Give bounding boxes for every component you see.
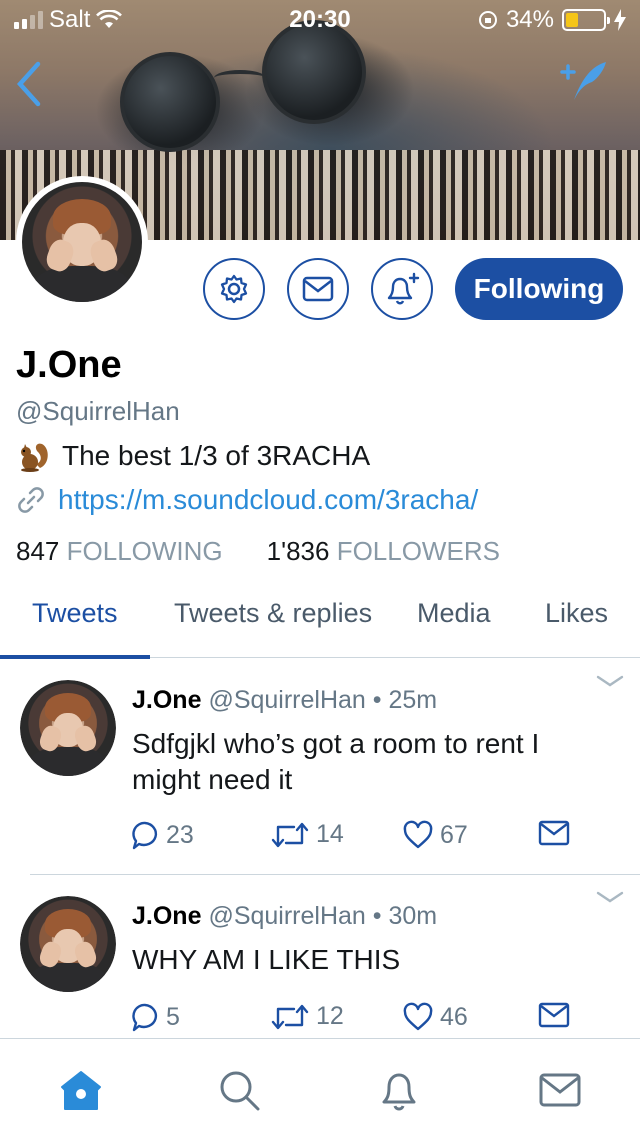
- envelope-icon: [302, 276, 334, 302]
- tweet-avatar[interactable]: [20, 896, 116, 992]
- tweet-item[interactable]: J.One @SquirrelHan • 30m WHY AM I LIKE T…: [0, 876, 640, 1038]
- retweet-button[interactable]: 12: [270, 1002, 344, 1031]
- like-button[interactable]: 67: [402, 820, 468, 850]
- profile-link[interactable]: https://m.soundcloud.com/3racha/: [16, 484, 478, 516]
- envelope-icon: [539, 1073, 581, 1107]
- envelope-icon: [538, 820, 570, 846]
- profile-handle: @SquirrelHan: [16, 396, 180, 426]
- tweet-avatar[interactable]: [20, 680, 116, 776]
- following-count: 847: [16, 536, 60, 566]
- like-button[interactable]: 46: [402, 1002, 468, 1032]
- bell-icon: [382, 1073, 416, 1111]
- tab-tweets-and-replies[interactable]: Tweets & replies: [174, 598, 372, 629]
- notifications-toggle-button[interactable]: [371, 258, 433, 320]
- tab-likes[interactable]: Likes: [545, 598, 608, 629]
- profile-link-url[interactable]: https://m.soundcloud.com/3racha/: [58, 484, 478, 516]
- followers-label: FOLLOWERS: [336, 536, 500, 566]
- nav-home[interactable]: [56, 1065, 106, 1115]
- tweet-header: J.One @SquirrelHan • 25m: [132, 686, 437, 715]
- tweet-item[interactable]: J.One @SquirrelHan • 25m Sdfgjkl who’s g…: [0, 660, 640, 874]
- following-label: FOLLOWING: [66, 536, 223, 566]
- battery-percent: 34%: [505, 6, 554, 33]
- reply-icon: [132, 821, 158, 850]
- profile-stats: 847 FOLLOWING 1'836 FOLLOWERS: [16, 536, 500, 567]
- tweet-timestamp: • 30m: [372, 902, 438, 930]
- profile-avatar[interactable]: [16, 176, 148, 308]
- banner-sunglasses-left-lens: [120, 52, 220, 152]
- retweet-icon: [271, 1004, 309, 1029]
- chevron-down-icon: [596, 891, 624, 903]
- tweet-author-name: J.One: [132, 902, 202, 930]
- reply-button[interactable]: 5: [130, 1002, 180, 1032]
- followers-count: 1'836: [266, 536, 330, 566]
- tweet-menu-button[interactable]: [596, 890, 624, 909]
- profile-bio: The best 1/3 of 3RACHA: [16, 438, 370, 474]
- active-tab-indicator: [0, 655, 150, 659]
- back-icon: [16, 61, 41, 107]
- following-stat[interactable]: 847 FOLLOWING: [16, 536, 223, 567]
- compose-tweet-icon: [560, 62, 606, 100]
- orientation-lock-icon: [478, 11, 497, 29]
- nav-messages[interactable]: [535, 1065, 585, 1115]
- charging-bolt-icon: [614, 9, 626, 31]
- like-count: 67: [440, 820, 468, 849]
- bell-plus-icon: [387, 272, 420, 305]
- profile-name: J.One: [16, 344, 122, 386]
- nav-search[interactable]: [214, 1065, 264, 1115]
- home-icon: [61, 1071, 101, 1110]
- tab-media[interactable]: Media: [417, 598, 491, 629]
- nav-notifications[interactable]: [374, 1065, 424, 1115]
- reply-icon: [132, 1003, 158, 1032]
- tweet-menu-button[interactable]: [596, 674, 624, 693]
- retweet-icon: [271, 822, 309, 847]
- battery-icon: [562, 9, 610, 31]
- share-dm-button[interactable]: [538, 1002, 570, 1028]
- search-icon: [220, 1071, 260, 1111]
- link-icon: [18, 487, 44, 513]
- retweet-count: 14: [316, 820, 344, 848]
- profile-tabs: Tweets Tweets & replies Media Likes: [0, 578, 640, 659]
- reply-count: 5: [166, 1002, 180, 1031]
- tweet-divider: [30, 874, 640, 875]
- gear-icon: [220, 274, 248, 304]
- envelope-icon: [538, 1002, 570, 1028]
- retweet-count: 12: [316, 1002, 344, 1030]
- like-count: 46: [440, 1002, 468, 1031]
- status-bar: Salt 20:30 34%: [0, 0, 640, 40]
- retweet-button[interactable]: 14: [270, 820, 344, 849]
- banner-sunglasses-bridge: [214, 70, 266, 86]
- tweet-text: WHY AM I LIKE THIS: [132, 944, 401, 975]
- back-button[interactable]: [14, 60, 54, 110]
- bio-text: The best 1/3 of 3RACHA: [62, 440, 371, 471]
- bottom-tab-bar: [0, 1038, 640, 1136]
- tweet-header: J.One @SquirrelHan • 30m: [132, 902, 437, 931]
- reply-count: 23: [166, 820, 194, 849]
- following-button[interactable]: Following: [455, 258, 623, 320]
- followers-stat[interactable]: 1'836 FOLLOWERS: [267, 536, 500, 567]
- share-dm-button[interactable]: [538, 820, 570, 846]
- chevron-down-icon: [596, 675, 624, 687]
- tweet-author-handle: @SquirrelHan: [208, 902, 366, 930]
- direct-message-button[interactable]: [287, 258, 349, 320]
- tweet-timestamp: • 25m: [372, 686, 438, 714]
- status-right: 34%: [478, 6, 626, 34]
- profile-settings-button[interactable]: [203, 258, 265, 320]
- reply-button[interactable]: 23: [130, 820, 194, 850]
- compose-tweet-button[interactable]: [556, 58, 616, 108]
- tweet-text: Sdfgjkl who’s got a room to rent I might…: [132, 728, 540, 795]
- squirrel-emoji-icon: [21, 443, 48, 472]
- heart-icon: [403, 820, 433, 849]
- tweet-author-handle: @SquirrelHan: [208, 686, 366, 714]
- heart-icon: [403, 1002, 433, 1031]
- tweet-author-name: J.One: [132, 686, 202, 714]
- tab-tweets[interactable]: Tweets: [32, 598, 118, 629]
